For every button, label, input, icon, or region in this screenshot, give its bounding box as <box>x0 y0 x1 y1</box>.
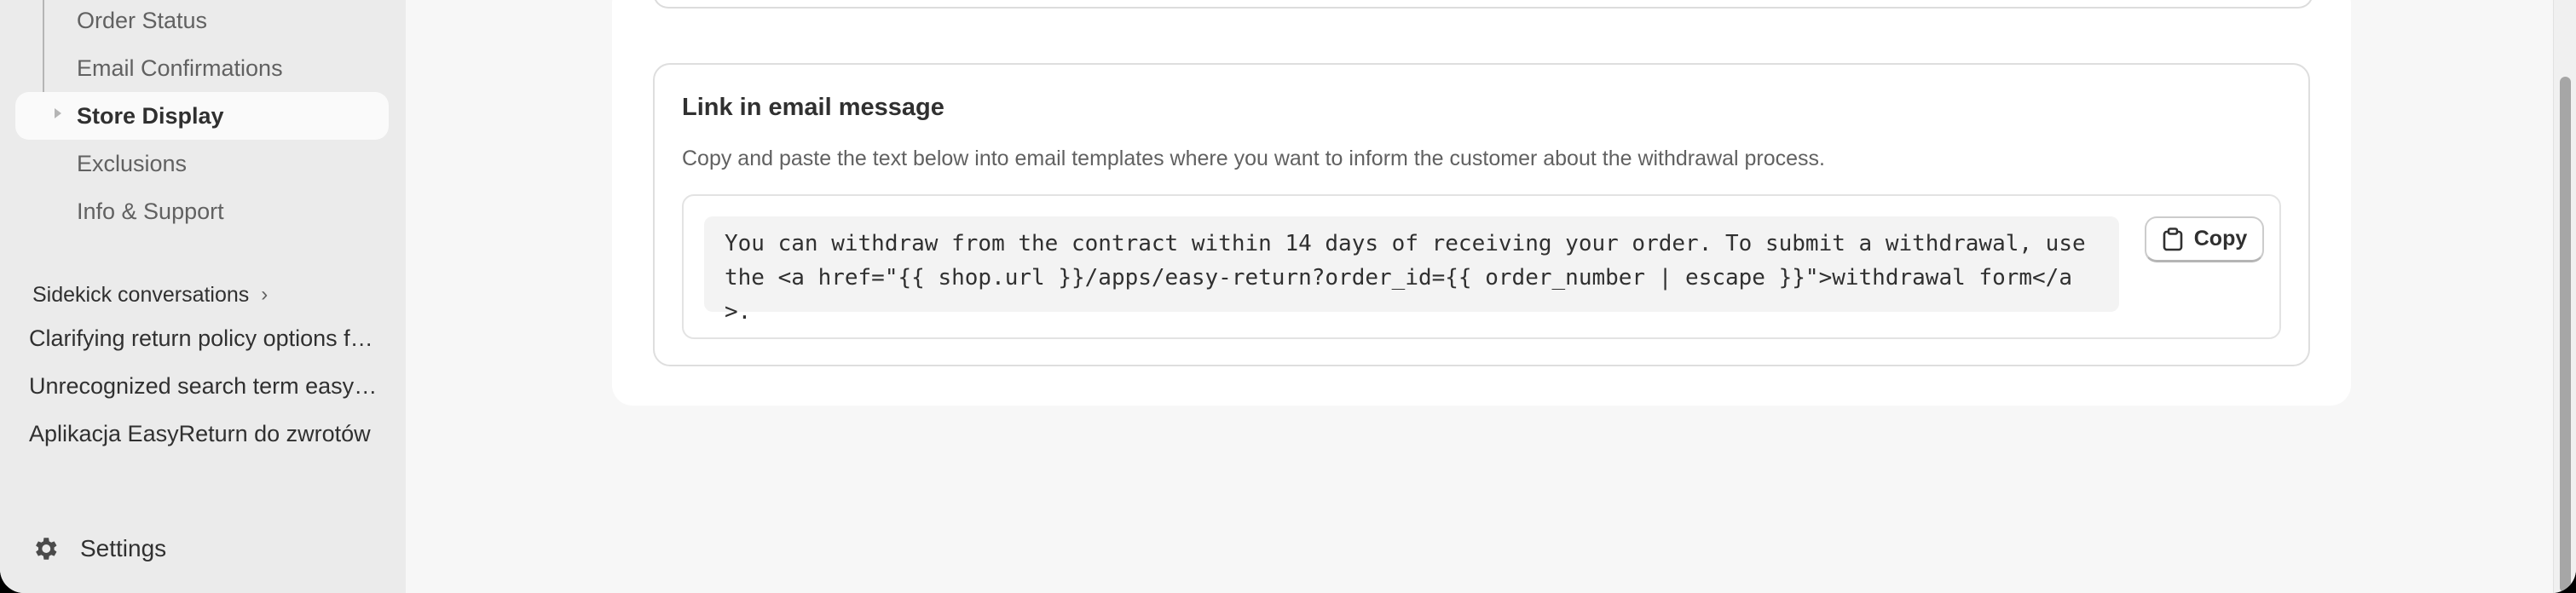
sidebar-item-label: Info & Support <box>77 198 224 224</box>
sidebar-item-email-confirmations[interactable]: Email Confirmations <box>15 44 389 92</box>
conversation-item[interactable]: Aplikacja EasyReturn do zwrotów <box>29 421 378 458</box>
copy-button-label: Copy <box>2193 227 2248 250</box>
card-title: Link in email message <box>682 94 944 121</box>
sidebar-item-exclusions[interactable]: Exclusions <box>15 140 389 187</box>
sidebar-item-store-display[interactable]: Store Display <box>15 92 389 140</box>
email-link-card: Link in email message Copy and paste the… <box>653 63 2310 366</box>
main-content: Link in email message Copy and paste the… <box>406 0 2554 593</box>
settings-link[interactable]: Settings <box>31 530 166 567</box>
sidebar: Order Status Email Confirmations Store D… <box>0 0 406 593</box>
sidekick-conversations-heading[interactable]: Sidekick conversations › <box>32 278 268 312</box>
gear-icon <box>36 538 57 560</box>
code-snippet[interactable]: You can withdraw from the contract withi… <box>704 216 2119 325</box>
sidebar-item-order-status[interactable]: Order Status <box>15 0 389 44</box>
sidebar-item-label: Order Status <box>77 7 208 33</box>
code-snippet-container: You can withdraw from the contract withi… <box>682 194 2281 339</box>
chevron-right-icon: › <box>261 283 269 306</box>
tree-arrow-icon <box>55 108 61 118</box>
scrollbar-thumb[interactable] <box>2560 77 2571 593</box>
sidebar-item-label: Exclusions <box>77 150 188 176</box>
settings-label: Settings <box>80 535 167 561</box>
app-window: Order Status Email Confirmations Store D… <box>0 0 2576 593</box>
conversation-item[interactable]: Clarifying return policy options for non… <box>29 325 378 363</box>
conversation-item[interactable]: Unrecognized search term easyreturn <box>29 373 378 411</box>
card-description: Copy and paste the text below into email… <box>682 147 1825 170</box>
sidebar-item-label: Email Confirmations <box>77 55 283 81</box>
sidebar-item-info-support[interactable]: Info & Support <box>15 187 389 235</box>
sidekick-heading-label: Sidekick conversations <box>32 282 250 307</box>
clipboard-icon <box>2163 227 2183 250</box>
sidebar-item-label: Store Display <box>77 102 224 129</box>
copy-button[interactable]: Copy <box>2145 216 2264 262</box>
scrollbar[interactable] <box>2553 0 2576 593</box>
previous-card-edge <box>653 0 2313 9</box>
